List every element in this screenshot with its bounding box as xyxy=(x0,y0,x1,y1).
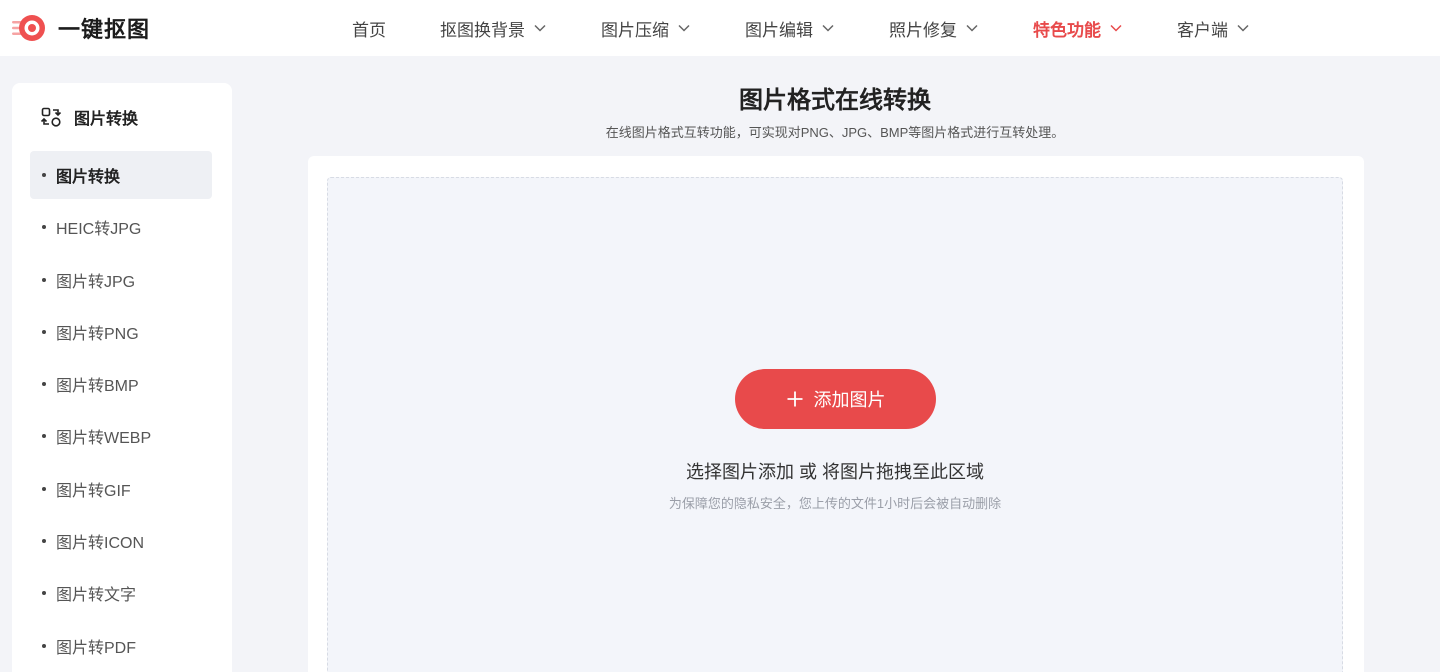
nav-label: 抠图换背景 xyxy=(440,20,525,40)
nav-label: 首页 xyxy=(352,20,386,40)
logo-text: 一键抠图 xyxy=(58,17,151,42)
plus-icon xyxy=(787,391,802,407)
logo-icon xyxy=(12,15,45,41)
sidebar-item-to-jpg[interactable]: 图片转JPG xyxy=(30,256,212,304)
sidebar-item-to-webp[interactable]: 图片转WEBP xyxy=(30,412,212,460)
sidebar-item-image-convert[interactable]: 图片转换 xyxy=(30,151,212,199)
nav-client[interactable]: 客户端 xyxy=(1177,16,1250,41)
drop-hint: 选择图片添加 或 将图片拖拽至此区域 xyxy=(685,462,984,482)
sidebar-item-to-pdf[interactable]: 图片转PDF xyxy=(30,622,212,670)
sidebar-item-to-text[interactable]: 图片转文字 xyxy=(30,569,212,617)
sidebar: 图片转换 图片转换 HEIC转JPG 图片转JPG 图片转PNG 图片转BMP … xyxy=(12,83,232,672)
chevron-down-icon xyxy=(678,24,690,32)
sidebar-list: 图片转换 HEIC转JPG 图片转JPG 图片转PNG 图片转BMP 图片转WE… xyxy=(30,151,212,672)
main-nav: 首页 抠图换背景 图片压缩 图片编辑 照片修复 特色功能 客户端 xyxy=(352,0,1304,56)
chevron-down-icon xyxy=(1110,24,1122,32)
page-subtitle: 在线图片格式互转功能，可实现对PNG、JPG、BMP等图片格式进行互转处理。 xyxy=(605,125,1065,140)
nav-featured[interactable]: 特色功能 xyxy=(1033,16,1123,41)
nav-label: 图片压缩 xyxy=(601,20,669,40)
nav-label: 特色功能 xyxy=(1033,20,1101,40)
sidebar-item-to-png[interactable]: 图片转PNG xyxy=(30,308,212,356)
sidebar-item-to-icon[interactable]: 图片转ICON xyxy=(30,517,212,565)
logo[interactable]: 一键抠图 xyxy=(12,12,150,44)
sidebar-item-heic-to-jpg[interactable]: HEIC转JPG xyxy=(30,203,212,251)
nav-label: 图片编辑 xyxy=(745,20,813,40)
add-image-label: 添加图片 xyxy=(813,390,886,410)
nav-label: 客户端 xyxy=(1177,20,1228,40)
chevron-down-icon xyxy=(966,24,978,32)
nav-image-compress[interactable]: 图片压缩 xyxy=(601,16,691,41)
nav-label: 照片修复 xyxy=(889,20,957,40)
image-convert-icon xyxy=(40,107,62,127)
chevron-down-icon xyxy=(822,24,834,32)
top-header: 一键抠图 首页 抠图换背景 图片压缩 图片编辑 照片修复 特色功能 客户端 xyxy=(0,0,1440,56)
page-title: 图片格式在线转换 xyxy=(739,87,931,114)
nav-home[interactable]: 首页 xyxy=(352,16,386,41)
sidebar-item-to-gif[interactable]: 图片转GIF xyxy=(30,465,212,513)
sidebar-item-to-bmp[interactable]: 图片转BMP xyxy=(30,360,212,408)
chevron-down-icon xyxy=(1237,24,1249,32)
sidebar-title: 图片转换 xyxy=(74,111,139,128)
chevron-down-icon xyxy=(534,24,546,32)
nav-image-edit[interactable]: 图片编辑 xyxy=(745,16,835,41)
sidebar-header: 图片转换 xyxy=(40,105,138,129)
nav-photo-repair[interactable]: 照片修复 xyxy=(889,16,979,41)
privacy-note: 为保障您的隐私安全，您上传的文件1小时后会被自动删除 xyxy=(668,496,1002,511)
add-image-button[interactable]: 添加图片 xyxy=(735,369,936,429)
nav-cutout-background[interactable]: 抠图换背景 xyxy=(440,16,547,41)
